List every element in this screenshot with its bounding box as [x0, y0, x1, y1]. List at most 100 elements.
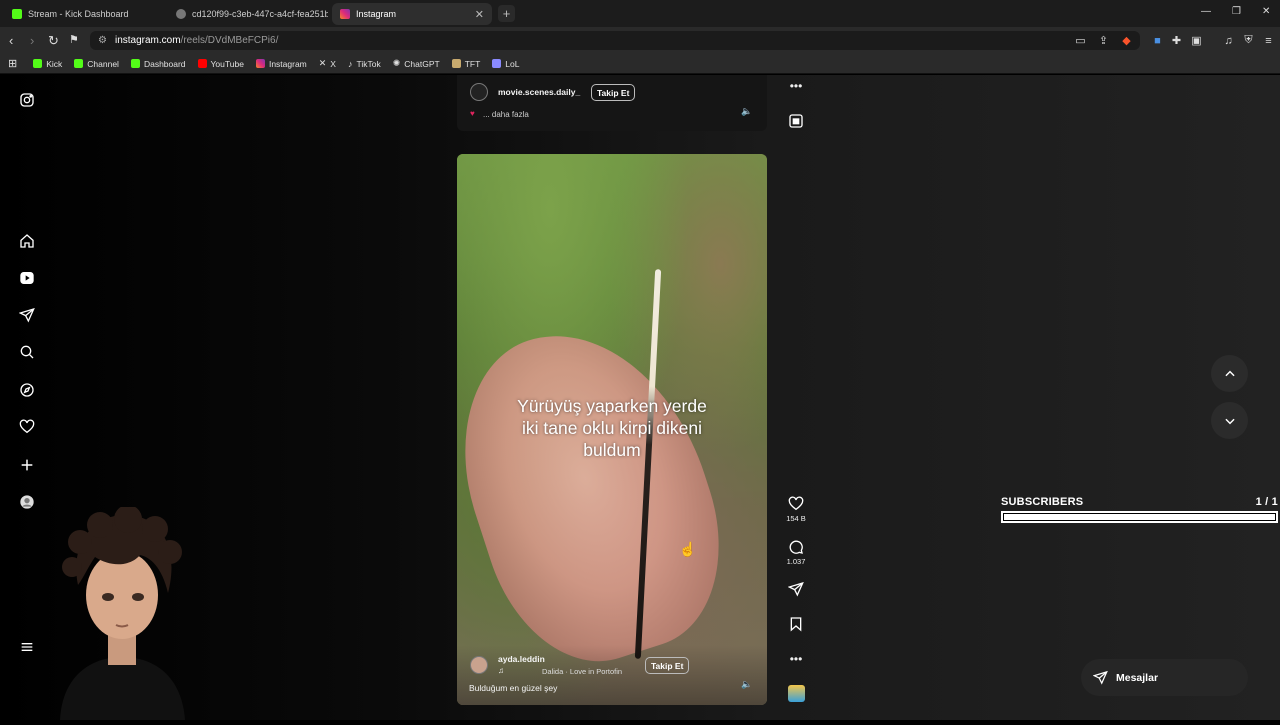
address-toolbar: ‹ › ↻ ⚑ ⚙ instagram.com/reels/DVdMBeFCPi…: [0, 27, 1280, 54]
chatgpt-icon: ✺: [392, 58, 401, 68]
more-menu-icon[interactable]: [18, 638, 36, 656]
close-window-icon[interactable]: ✕: [1262, 6, 1270, 17]
more-options-icon[interactable]: •••: [783, 79, 809, 93]
url-host: instagram.com: [114, 35, 181, 46]
reel-caption[interactable]: Bulduğum en güzel şey: [469, 683, 557, 693]
browser-tabbar: Stream - Kick Dashboard cd120f99-c3eb-44…: [0, 0, 1280, 27]
site-settings-icon[interactable]: ⚙: [98, 35, 107, 46]
messages-button[interactable]: Mesajlar: [1081, 659, 1248, 696]
video-caption-overlay: Yürüyüş yaparken yerde iki tane oklu kir…: [517, 396, 707, 460]
media-icon[interactable]: ♫: [1222, 34, 1235, 47]
kick-icon: [12, 9, 22, 19]
chevron-up-icon: [1224, 370, 1235, 376]
apps-grid-icon[interactable]: ⊞: [8, 57, 17, 70]
search-icon[interactable]: [18, 343, 36, 361]
bookmark-icon: [790, 617, 802, 632]
tab-kick-dashboard[interactable]: Stream - Kick Dashboard: [4, 3, 164, 25]
music-note-icon: ♫: [498, 666, 504, 675]
create-plus-icon[interactable]: [18, 456, 36, 474]
bookmark-x[interactable]: ✕ X: [319, 58, 336, 69]
globe-icon: [176, 9, 186, 19]
instagram-icon: [340, 9, 350, 19]
bookmarks-bar: ⊞ Kick Channel Dashboard YouTube Instagr…: [0, 54, 1280, 74]
direct-icon: [1093, 670, 1108, 685]
home-icon[interactable]: [18, 232, 36, 250]
close-tab-icon[interactable]: ✕: [475, 8, 484, 21]
restore-icon[interactable]: ❐: [1232, 6, 1241, 17]
comment-count: 1.037: [786, 557, 806, 566]
kick-icon: [74, 59, 84, 68]
subscribers-progress-bar: [1001, 511, 1278, 523]
new-tab-button[interactable]: +: [498, 5, 515, 22]
tab-title: Instagram: [356, 9, 397, 19]
reel-music[interactable]: Dalida · Love in Portofin: [542, 667, 622, 676]
previous-reel-button[interactable]: [1211, 355, 1248, 392]
extension-icon[interactable]: ■: [1151, 34, 1164, 47]
tab-uuid[interactable]: cd120f99-c3eb-447c-a4cf-fea251b1: [168, 3, 328, 25]
bookmark-lol[interactable]: LoL: [492, 59, 519, 69]
puzzle-icon[interactable]: ✚: [1170, 34, 1183, 47]
url-path: /reels/DVdMBeFCPi6/: [180, 35, 279, 46]
bookmark-chatgpt[interactable]: ✺ ChatGPT: [393, 58, 440, 69]
tiktok-icon: ♪: [347, 58, 353, 69]
forward-icon[interactable]: ›: [30, 33, 34, 48]
instagram-sidebar: [0, 75, 55, 720]
bookmark-tiktok[interactable]: ♪ TikTok: [348, 59, 381, 69]
bookmark-tft[interactable]: TFT: [451, 59, 480, 69]
share-button[interactable]: [783, 581, 809, 599]
avatar[interactable]: [470, 656, 488, 674]
volume-icon[interactable]: 🔈: [741, 106, 752, 117]
follow-button[interactable]: Takip Et: [591, 84, 636, 101]
share-plane-icon: [788, 581, 804, 597]
direct-icon[interactable]: [18, 306, 36, 324]
vpn-icon[interactable]: ⛨: [1242, 34, 1255, 47]
share-icon[interactable]: ⇪: [1097, 34, 1110, 47]
avatar[interactable]: [470, 83, 488, 101]
heart-emoji-icon: ♥: [470, 109, 475, 118]
heart-icon: [788, 496, 804, 511]
reload-icon[interactable]: ↻: [48, 33, 59, 49]
audio-page-icon[interactable]: [783, 113, 809, 131]
profile-avatar-icon[interactable]: [18, 493, 36, 511]
explore-icon[interactable]: [18, 381, 36, 399]
like-count: 154 B: [786, 514, 806, 523]
lol-icon: [492, 59, 502, 68]
minimize-icon[interactable]: —: [1201, 6, 1211, 17]
notifications-heart-icon[interactable]: [18, 418, 36, 436]
comment-icon: [789, 540, 803, 554]
previous-reel-footer: movie.scenes.daily_ Takip Et ♥ ... daha …: [457, 75, 767, 131]
more-options-icon[interactable]: •••: [783, 652, 809, 666]
reel-video[interactable]: Yürüyüş yaparken yerde iki tane oklu kir…: [457, 154, 767, 705]
reels-icon[interactable]: [18, 269, 36, 287]
bookmark-channel[interactable]: Channel: [74, 59, 119, 69]
prev-reel-caption[interactable]: ... daha fazla: [483, 110, 529, 119]
sidebar-icon[interactable]: ▣: [1190, 34, 1203, 47]
subscribers-goal-widget: SUBSCRIBERS 1 / 1: [1001, 496, 1278, 523]
tab-instagram[interactable]: Instagram ✕: [332, 3, 492, 25]
url-bar[interactable]: ⚙ instagram.com/reels/DVdMBeFCPi6/: [90, 31, 1140, 50]
reel-username[interactable]: ayda.leddin: [498, 654, 545, 664]
follow-button[interactable]: Takip Et: [645, 657, 690, 674]
x-icon: ✕: [318, 58, 327, 68]
bookmark-instagram[interactable]: Instagram: [255, 59, 307, 69]
cast-icon[interactable]: ▭: [1074, 34, 1087, 47]
next-reel-button[interactable]: [1211, 402, 1248, 439]
bookmark-icon[interactable]: ⚑: [69, 33, 79, 46]
comment-button[interactable]: 1.037: [783, 539, 809, 566]
menu-icon[interactable]: ≡: [1262, 34, 1275, 47]
prev-reel-username[interactable]: movie.scenes.daily_: [498, 87, 580, 97]
instagram-logo-icon[interactable]: [18, 91, 36, 109]
subscribers-progress-fill: [1004, 514, 1275, 520]
bookmark-dashboard[interactable]: Dashboard: [130, 59, 186, 69]
kick-icon: [33, 59, 43, 68]
bookmark-youtube[interactable]: YouTube: [197, 59, 244, 69]
bookmark-kick[interactable]: Kick: [33, 59, 62, 69]
audio-thumbnail[interactable]: [783, 685, 809, 702]
subscribers-count: 1 / 1: [1255, 496, 1278, 508]
back-icon[interactable]: ‹: [9, 33, 13, 48]
like-button[interactable]: 154 B: [783, 496, 809, 523]
kick-icon: [130, 59, 140, 68]
brave-shield-icon[interactable]: ◆: [1120, 34, 1133, 47]
save-button[interactable]: [783, 616, 809, 634]
volume-icon[interactable]: 🔈: [741, 679, 752, 690]
